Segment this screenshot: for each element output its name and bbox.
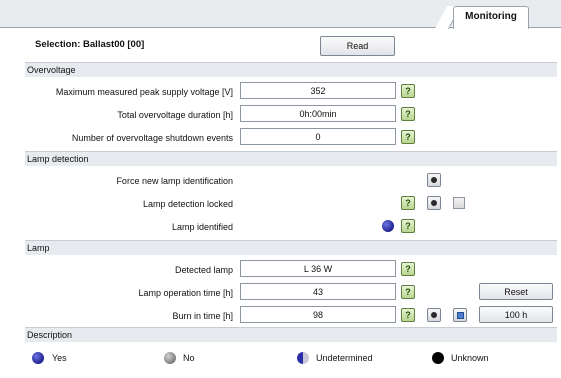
overvoltage-duration-field: 0h:00min <box>240 105 396 122</box>
burn-in-100h-label: 100 h <box>504 309 528 320</box>
help-icon[interactable]: ? <box>401 196 415 210</box>
legend-unknown-label: Unknown <box>451 353 489 363</box>
help-icon-glyph: ? <box>405 86 411 96</box>
shutdown-events-label: Number of overvoltage shutdown events <box>71 133 233 143</box>
read-button-label: Read <box>346 41 369 51</box>
help-icon[interactable]: ? <box>401 285 415 299</box>
detected-lamp-field: L 36 W <box>240 260 396 277</box>
read-button[interactable]: Read <box>320 36 395 56</box>
burn-in-stop-button[interactable] <box>453 308 467 322</box>
max-voltage-value: 352 <box>310 85 326 96</box>
overvoltage-duration-label: Total overvoltage duration [h] <box>117 110 233 120</box>
detected-lamp-value: L 36 W <box>303 263 333 274</box>
legend-yes-label: Yes <box>52 353 67 363</box>
radio-dot-icon <box>431 312 437 318</box>
help-icon-glyph: ? <box>405 198 411 208</box>
help-icon-glyph: ? <box>405 264 411 274</box>
lamp-identified-label: Lamp identified <box>171 222 233 232</box>
radio-dot-icon <box>431 177 437 183</box>
force-identification-label: Force new lamp identification <box>116 176 233 186</box>
detection-locked-label: Lamp detection locked <box>142 199 233 209</box>
burn-in-time-value: 98 <box>312 309 323 320</box>
shutdown-events-value: 0 <box>315 131 321 142</box>
legend-undetermined-label: Undetermined <box>316 353 373 363</box>
help-icon-glyph: ? <box>405 132 411 142</box>
reset-button-label: Reset <box>504 286 528 297</box>
detection-locked-button[interactable] <box>427 196 441 210</box>
help-icon-glyph: ? <box>405 109 411 119</box>
overvoltage-duration-value: 0h:00min <box>299 108 337 119</box>
legend-no-label: No <box>183 353 195 363</box>
help-icon-glyph: ? <box>405 310 411 320</box>
help-icon-glyph: ? <box>405 287 411 297</box>
help-icon[interactable]: ? <box>401 219 415 233</box>
detected-lamp-label: Detected lamp <box>174 265 233 275</box>
selection-label: Selection: Ballast00 [00] <box>35 39 145 50</box>
force-identification-button[interactable] <box>427 173 441 187</box>
radio-dot-icon <box>431 200 437 206</box>
operation-time-field: 43 <box>240 283 396 300</box>
max-voltage-label: Maximum measured peak supply voltage [V] <box>55 87 233 97</box>
section-header-lamp-detection: Lamp detection <box>25 152 557 166</box>
lamp-identified-indicator-icon <box>382 220 394 232</box>
legend-no-icon <box>164 352 176 364</box>
shutdown-events-field: 0 <box>240 128 396 145</box>
help-icon[interactable]: ? <box>401 262 415 276</box>
tab-monitoring-label: Monitoring <box>465 10 517 22</box>
burn-in-time-field: 98 <box>240 306 396 323</box>
legend-yes-icon <box>32 352 44 364</box>
help-icon-glyph: ? <box>405 221 411 231</box>
operation-time-value: 43 <box>312 286 323 297</box>
max-voltage-field: 352 <box>240 82 396 99</box>
burn-in-100h-button[interactable]: 100 h <box>479 306 553 323</box>
help-icon[interactable]: ? <box>401 308 415 322</box>
tab-monitoring[interactable]: Monitoring <box>453 6 529 29</box>
operation-time-label: Lamp operation time [h] <box>138 288 233 298</box>
legend-unknown-icon <box>432 352 444 364</box>
section-header-overvoltage: Overvoltage <box>25 63 557 77</box>
section-header-description: Description <box>25 328 557 342</box>
legend-undetermined-icon <box>297 352 309 364</box>
help-icon[interactable]: ? <box>401 84 415 98</box>
burn-in-time-label: Burn in time [h] <box>172 311 233 321</box>
reset-button[interactable]: Reset <box>479 283 553 300</box>
help-icon[interactable]: ? <box>401 130 415 144</box>
burn-in-start-button[interactable] <box>427 308 441 322</box>
stop-icon <box>456 311 464 319</box>
help-icon[interactable]: ? <box>401 107 415 121</box>
section-header-lamp: Lamp <box>25 241 557 255</box>
detection-locked-checkbox[interactable] <box>453 197 465 209</box>
